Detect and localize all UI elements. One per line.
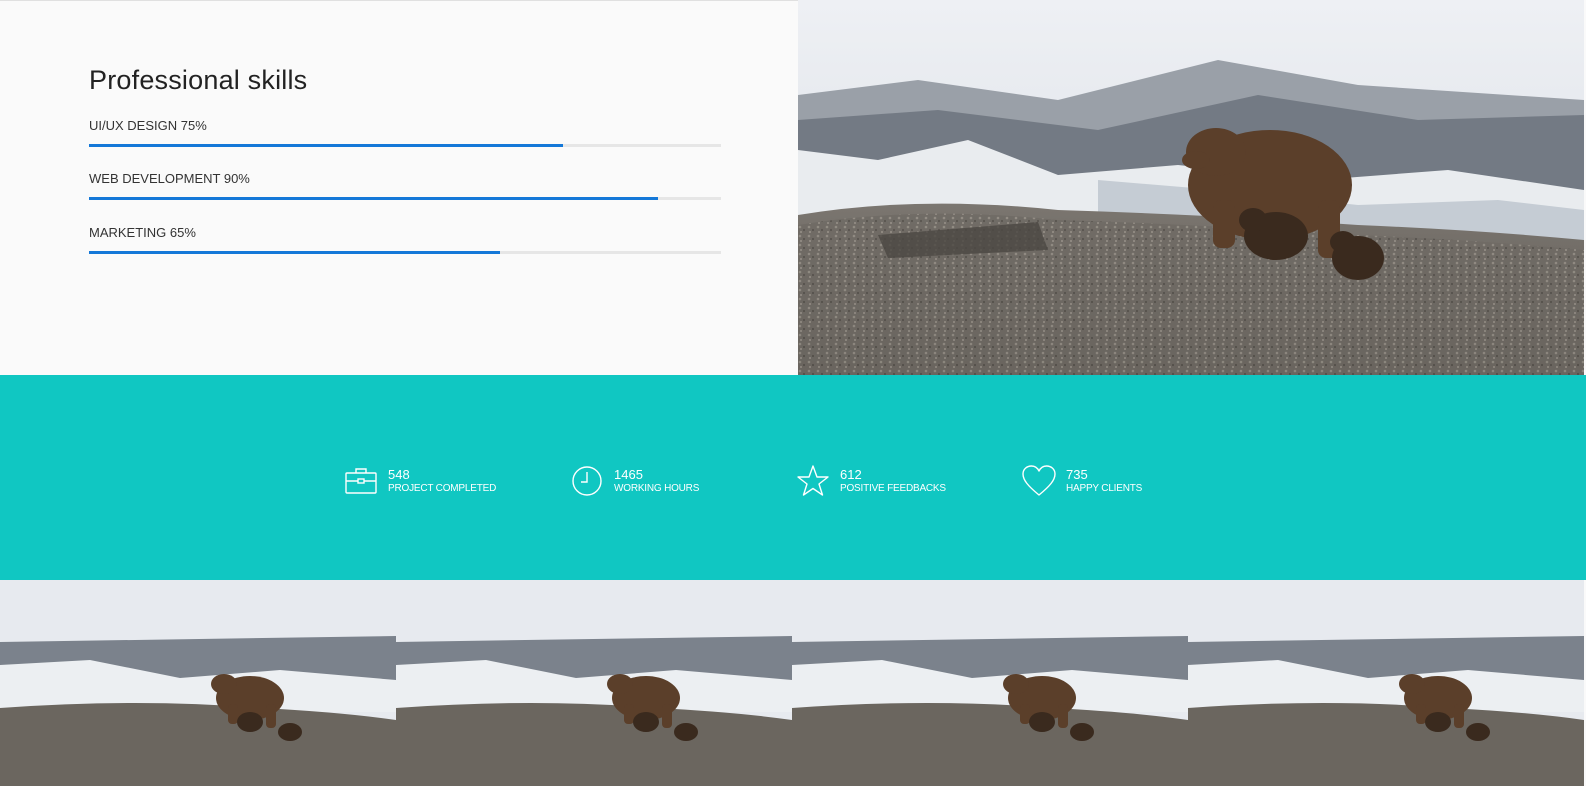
stat-number: 1465: [614, 466, 643, 482]
stat-working-hours: 1465 WORKING HOURS: [570, 463, 699, 499]
stat-label: POSITIVE FEEDBACKS: [840, 482, 946, 494]
stats-band: 548 PROJECT COMPLETED 1465 WORKING HOURS: [0, 375, 1586, 580]
skill-progress-track: [89, 197, 721, 200]
skill-label: MARKETING 65%: [89, 225, 196, 240]
clock-icon: [570, 464, 604, 498]
skill-progress-fill: [89, 144, 563, 147]
gallery-photo[interactable]: [792, 580, 1188, 786]
skill-item-web-development: WEB DEVELOPMENT 90%: [89, 169, 721, 200]
bear-photo: [798, 0, 1584, 375]
skill-item-uiux: UI/UX DESIGN 75%: [89, 116, 721, 147]
briefcase-icon: [344, 464, 378, 498]
skills-section: Professional skills UI/UX DESIGN 75% WEB…: [0, 0, 798, 375]
skill-progress-fill: [89, 197, 658, 200]
stat-positive-feedbacks: 612 POSITIVE FEEDBACKS: [796, 463, 946, 499]
stat-number: 548: [388, 466, 410, 482]
star-icon: [796, 464, 830, 498]
stat-happy-clients: 735 HAPPY CLIENTS: [1022, 463, 1142, 499]
skill-progress-track: [89, 144, 721, 147]
skill-label: UI/UX DESIGN 75%: [89, 118, 207, 133]
photo-gallery: [0, 580, 1586, 786]
stat-label: WORKING HOURS: [614, 482, 700, 494]
skill-item-marketing: MARKETING 65%: [89, 223, 721, 254]
skill-label: WEB DEVELOPMENT 90%: [89, 171, 250, 186]
gallery-photo[interactable]: [396, 580, 792, 786]
heart-icon: [1022, 464, 1056, 498]
gallery-photo[interactable]: [1188, 580, 1584, 786]
skill-progress-track: [89, 251, 721, 254]
stat-number: 735: [1066, 466, 1088, 482]
stat-projects-completed: 548 PROJECT COMPLETED: [344, 463, 496, 499]
stat-label: HAPPY CLIENTS: [1066, 482, 1143, 494]
stat-label: PROJECT COMPLETED: [388, 482, 497, 494]
page: Professional skills UI/UX DESIGN 75% WEB…: [0, 0, 1586, 786]
skill-progress-fill: [89, 251, 500, 254]
gallery-photo[interactable]: [0, 580, 396, 786]
skills-title: Professional skills: [89, 65, 308, 95]
stat-number: 612: [840, 466, 862, 482]
